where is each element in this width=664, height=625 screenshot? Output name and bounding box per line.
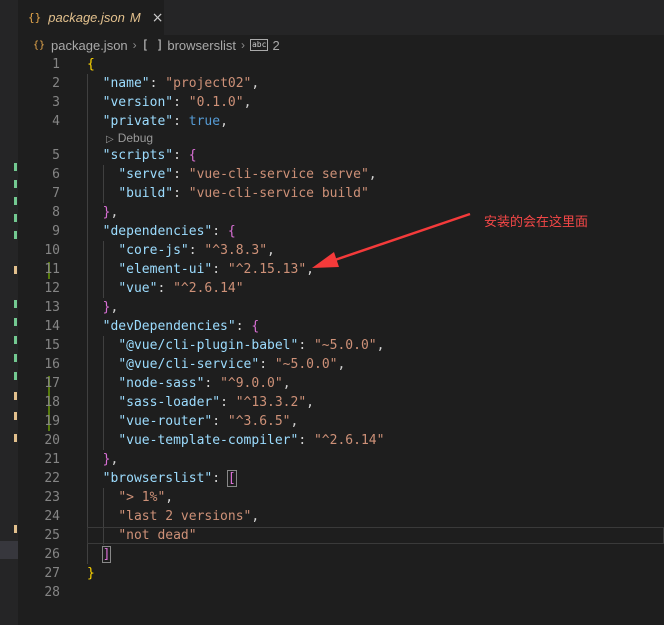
annotation-arrow [312, 212, 471, 268]
arrow-shaft [325, 212, 471, 265]
arrow-head [312, 252, 339, 268]
annotation-text: 安装的会在这里面 [484, 215, 589, 230]
